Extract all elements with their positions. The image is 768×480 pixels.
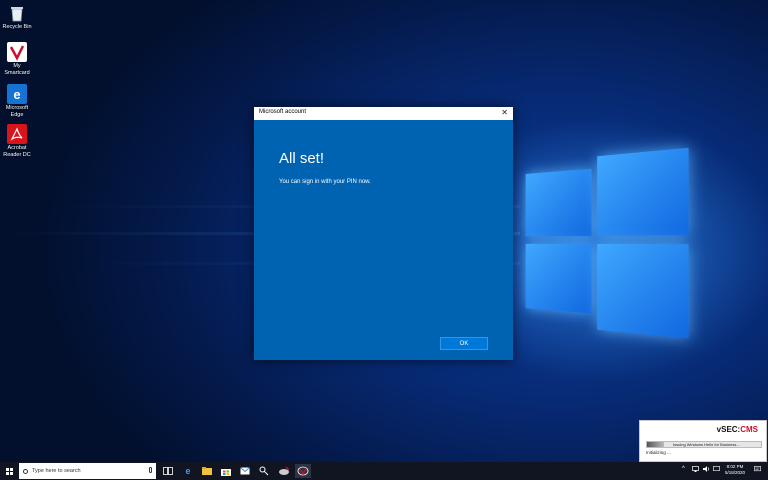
dialog-message: You can sign in with your PIN now.: [279, 179, 371, 185]
vsec-cms-taskbar-icon[interactable]: [295, 464, 311, 478]
progress-fill: [647, 442, 664, 447]
start-button[interactable]: [0, 462, 18, 480]
desktop-icon-label: Recycle Bin: [2, 24, 32, 31]
taskbar: Type here to search e ^ 8:02 PM 5/18/202…: [0, 462, 768, 480]
taskbar-search-box[interactable]: Type here to search: [19, 463, 156, 479]
desktop-icon-my-smartcard[interactable]: My Smartcard: [2, 42, 32, 76]
smartcard-icon: [7, 42, 27, 62]
desktop-icon-acrobat[interactable]: Acrobat Reader DC: [2, 124, 32, 158]
status-text: Initializing ...: [646, 450, 671, 455]
recycle-bin-icon: [7, 3, 27, 23]
acrobat-icon: [7, 124, 27, 144]
search-placeholder: Type here to search: [32, 468, 81, 474]
edge-icon: e: [7, 84, 27, 104]
desktop-icon-recycle-bin[interactable]: Recycle Bin: [2, 3, 32, 31]
keyboard-icon[interactable]: [713, 466, 720, 473]
network-icon[interactable]: [692, 466, 699, 474]
desktop-icon-label: My Smartcard: [2, 63, 32, 76]
clock-date: 5/18/2020: [720, 470, 750, 476]
search-icon: [23, 469, 28, 474]
taskbar-clock[interactable]: 8:02 PM 5/18/2020: [720, 464, 750, 476]
windows-start-icon: [6, 468, 13, 475]
file-explorer-icon[interactable]: [199, 464, 215, 478]
key-utility-icon[interactable]: [256, 464, 272, 478]
mail-icon[interactable]: [237, 464, 253, 478]
store-icon[interactable]: [218, 464, 234, 478]
dialog-titlebar[interactable]: Microsoft account ✕: [254, 107, 513, 120]
vsec-cms-notification: vSEC:CMS Issuing Windows Hello for Busin…: [639, 420, 767, 462]
windows-logo-wallpaper: [526, 143, 689, 340]
desktop-icon-edge[interactable]: e Microsoft Edge: [2, 84, 32, 118]
close-icon[interactable]: ✕: [501, 108, 508, 117]
volume-icon[interactable]: [703, 466, 710, 474]
microsoft-account-dialog: Microsoft account ✕ All set! You can sig…: [254, 107, 513, 360]
notification-center-icon[interactable]: [754, 466, 761, 474]
smartcard-tool-icon[interactable]: [276, 464, 292, 478]
dialog-heading: All set!: [279, 150, 324, 167]
ok-button[interactable]: OK: [440, 337, 488, 350]
edge-taskbar-icon[interactable]: e: [180, 464, 196, 478]
desktop-icon-label: Acrobat Reader DC: [2, 145, 32, 158]
progress-bar: Issuing Windows Hello for Business...: [646, 441, 762, 448]
desktop-icon-label: Microsoft Edge: [2, 105, 32, 118]
tray-overflow-chevron-icon[interactable]: ^: [682, 466, 685, 472]
progress-text: Issuing Windows Hello for Business...: [673, 442, 740, 447]
task-view-icon[interactable]: [160, 464, 176, 478]
microphone-icon[interactable]: [149, 467, 152, 473]
vsec-cms-logo: vSEC:CMS: [717, 425, 758, 434]
dialog-title: Microsoft account: [259, 109, 306, 115]
